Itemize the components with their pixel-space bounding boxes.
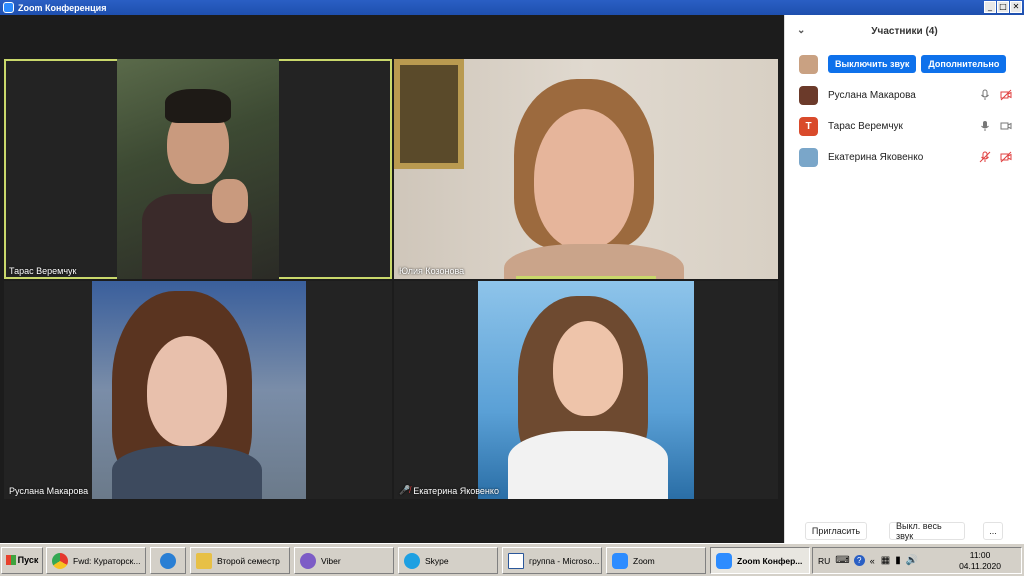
- mute-all-button[interactable]: Выкл. весь звук: [889, 521, 965, 541]
- avatar: Т: [799, 117, 818, 136]
- video-feed: [92, 281, 306, 499]
- video-feed: [394, 59, 778, 279]
- video-feed: [478, 281, 694, 499]
- taskbar-item-ie[interactable]: [150, 547, 186, 574]
- mic-icon[interactable]: [979, 120, 991, 132]
- zoom-icon: [612, 552, 628, 569]
- video-gallery: Тарас Веремчук Юлия Козонова Руслана Мак…: [0, 15, 784, 543]
- window-title: Zoom Конференция: [18, 2, 107, 13]
- taskbar-item-zoom-meeting[interactable]: Zoom Конфер...: [710, 547, 810, 574]
- invite-button[interactable]: Пригласить: [805, 522, 867, 540]
- start-button[interactable]: Пуск: [1, 546, 43, 574]
- clock[interactable]: 11:00 04.11.2020: [959, 550, 1001, 572]
- participant-name-text: Екатерина Яковенко: [413, 485, 499, 496]
- minimize-button[interactable]: _: [984, 1, 996, 13]
- video-tile-ekaterina[interactable]: 🎤̸ Екатерина Яковенко: [394, 281, 778, 499]
- mic-icon[interactable]: [979, 89, 991, 101]
- participant-row[interactable]: Екатерина Яковенко: [785, 142, 1024, 173]
- clock-time: 11:00: [969, 550, 991, 560]
- participant-name: Екатерина Яковенко: [828, 152, 924, 163]
- video-off-icon[interactable]: [1000, 89, 1012, 101]
- participant-row[interactable]: Т Тарас Веремчук: [785, 111, 1024, 142]
- participant-list: Выключить звук Дополнительно Руслана Мак…: [785, 48, 1024, 173]
- video-icon[interactable]: [1000, 120, 1012, 132]
- expand-tray-icon[interactable]: «: [870, 556, 875, 566]
- volume-icon[interactable]: 🔊: [906, 555, 918, 566]
- participant-status: [979, 120, 1012, 132]
- system-tray: RU ⌨ ? « ▦ ▮ 🔊 11:00 04.11.2020: [812, 547, 1022, 574]
- chevron-down-icon[interactable]: ⌄: [797, 25, 805, 36]
- task-label: Второй семестр: [217, 555, 280, 566]
- close-button[interactable]: ✕: [1010, 1, 1022, 13]
- task-label: группа - Microso...: [529, 555, 600, 566]
- word-document-icon: [508, 552, 524, 569]
- language-indicator[interactable]: RU: [818, 556, 830, 566]
- task-label: Zoom: [633, 555, 655, 566]
- task-label: Fwd: Кураторск...: [73, 555, 141, 566]
- participant-status: [979, 151, 1012, 163]
- mic-muted-icon: 🎤̸: [399, 485, 411, 495]
- start-label: Пуск: [17, 555, 39, 565]
- participant-name-label: Руслана Макарова: [9, 486, 89, 496]
- participant-name: Руслана Макарова: [828, 90, 916, 101]
- panel-title: Участники (4): [871, 26, 938, 37]
- title-bar: Zoom Конференция _ □ ✕: [0, 0, 1024, 15]
- taskbar: Пуск Fwd: Кураторск... Второй семестр Vi…: [0, 543, 1024, 576]
- video-off-icon[interactable]: [1000, 151, 1012, 163]
- participant-name-label: 🎤̸ Екатерина Яковенко: [399, 485, 499, 496]
- skype-icon: [404, 552, 420, 569]
- clock-date: 04.11.2020: [959, 561, 1001, 571]
- task-label: Skype: [425, 555, 449, 566]
- zoom-icon: [716, 552, 732, 569]
- participant-status: [979, 89, 1012, 101]
- participant-name-label: Юлия Козонова: [399, 266, 465, 276]
- internet-explorer-icon: [160, 552, 176, 569]
- participant-name: Тарас Веремчук: [828, 121, 903, 132]
- network-icon[interactable]: ▦: [881, 555, 890, 566]
- participant-row[interactable]: Руслана Макарова: [785, 80, 1024, 111]
- more-options-button[interactable]: Дополнительно: [921, 55, 1007, 73]
- viber-icon: [300, 552, 316, 569]
- taskbar-item-chrome[interactable]: Fwd: Кураторск...: [46, 547, 146, 574]
- signal-icon[interactable]: ▮: [895, 555, 901, 566]
- taskbar-item-folder[interactable]: Второй семестр: [190, 547, 290, 574]
- window-controls: _ □ ✕: [984, 1, 1022, 13]
- participant-name-label: Тарас Веремчук: [9, 266, 77, 276]
- maximize-button[interactable]: □: [997, 1, 1009, 13]
- keyboard-icon[interactable]: ⌨: [835, 555, 849, 566]
- task-label: Zoom Конфер...: [737, 555, 803, 566]
- taskbar-item-viber[interactable]: Viber: [294, 547, 394, 574]
- folder-icon: [196, 552, 212, 569]
- chrome-icon: [52, 552, 68, 569]
- mute-button[interactable]: Выключить звук: [828, 55, 917, 73]
- participants-panel: ⌄ Участники (4) Выключить звук Дополните…: [784, 15, 1024, 543]
- video-tile-taras[interactable]: Тарас Веремчук: [4, 59, 392, 279]
- video-tile-yulia[interactable]: Юлия Козонова: [394, 59, 778, 279]
- more-button[interactable]: ...: [983, 522, 1003, 540]
- taskbar-item-word[interactable]: группа - Microso...: [502, 547, 602, 574]
- video-feed: [117, 59, 279, 279]
- panel-header: ⌄ Участники (4): [785, 15, 1024, 48]
- taskbar-item-zoom[interactable]: Zoom: [606, 547, 706, 574]
- avatar: [799, 54, 818, 74]
- help-icon[interactable]: ?: [853, 555, 865, 566]
- mic-muted-icon[interactable]: [979, 151, 991, 163]
- task-label: Viber: [321, 555, 341, 566]
- participant-row-self[interactable]: Выключить звук Дополнительно: [785, 48, 1024, 80]
- avatar: [799, 148, 818, 167]
- video-tile-ruslana[interactable]: Руслана Макарова: [4, 281, 392, 499]
- windows-logo-icon: [5, 555, 16, 565]
- zoom-app-icon: [3, 2, 14, 13]
- avatar: [799, 86, 818, 105]
- taskbar-item-skype[interactable]: Skype: [398, 547, 498, 574]
